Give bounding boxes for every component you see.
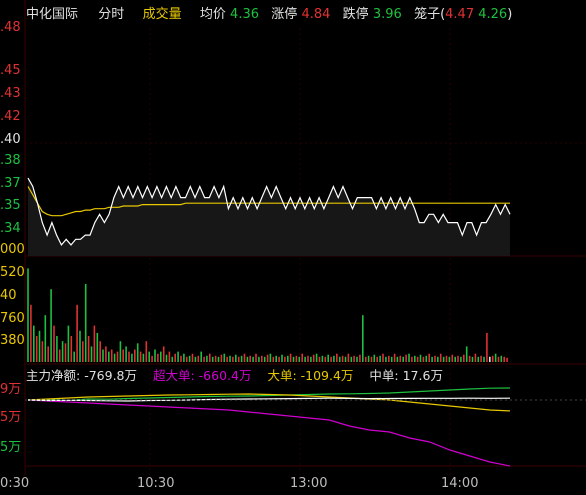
flow-lines [25, 387, 586, 467]
intraday-chart[interactable] [0, 0, 586, 495]
flow-line-1 [27, 399, 511, 467]
stock-chart-screen: 中化国际 分时 成交量 均价 4.36 涨停 4.84 跌停 3.96 笼子(4… [0, 0, 586, 495]
volume-bars [27, 268, 508, 362]
price-area [28, 178, 510, 256]
price-area-fill [28, 178, 510, 256]
flow-line-2 [27, 393, 511, 412]
